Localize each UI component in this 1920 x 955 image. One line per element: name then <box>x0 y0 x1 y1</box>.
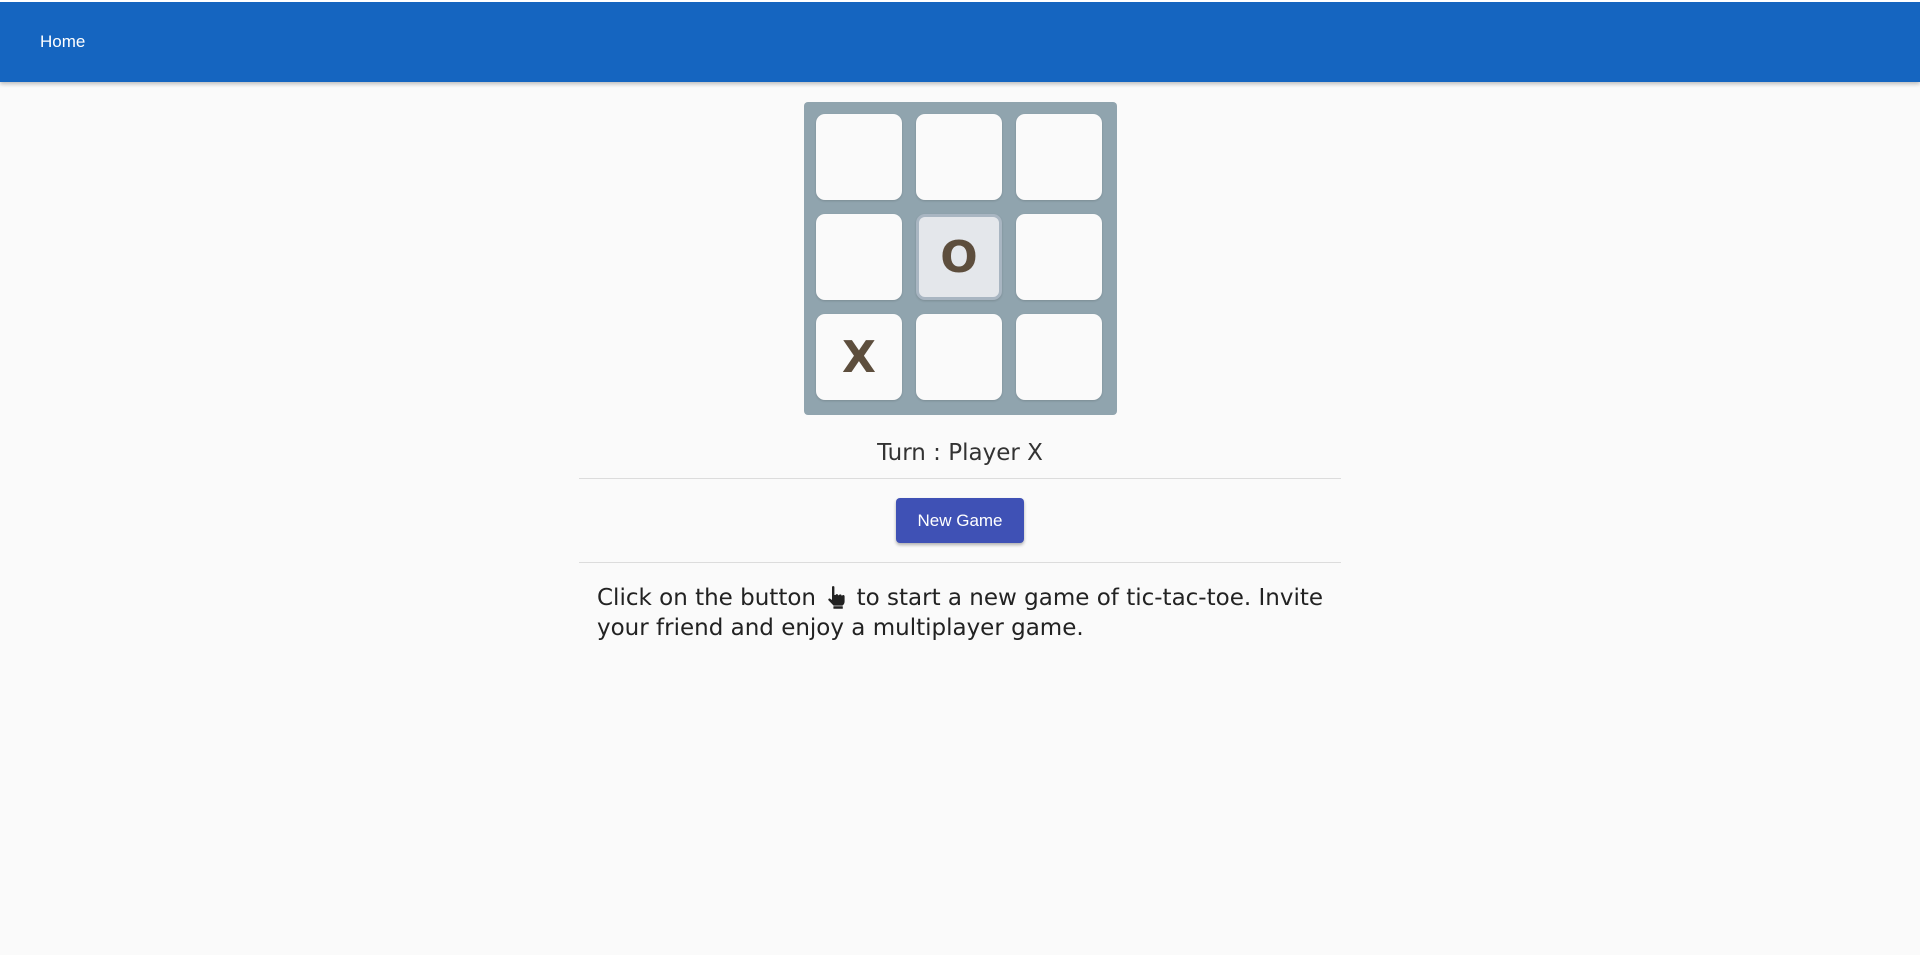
instructions-text-start: Click on the button <box>597 585 816 611</box>
instructions-text: Click on the button to start a new game … <box>597 583 1327 643</box>
pointer-hand-icon <box>828 586 845 609</box>
tic-tac-toe-board: O X <box>804 102 1117 415</box>
board-cell-9[interactable] <box>1016 314 1102 400</box>
home-link[interactable]: Home <box>40 32 85 52</box>
board-cell-6[interactable] <box>1016 214 1102 300</box>
board-cell-2[interactable] <box>916 114 1002 200</box>
board-cell-3[interactable] <box>1016 114 1102 200</box>
top-app-bar: Home <box>0 0 1920 82</box>
divider-top <box>579 478 1341 479</box>
new-game-button[interactable]: New Game <box>896 498 1024 543</box>
board-cell-8[interactable] <box>916 314 1002 400</box>
board-cell-1[interactable] <box>816 114 902 200</box>
divider-bottom <box>579 562 1341 563</box>
board-cell-4[interactable] <box>816 214 902 300</box>
turn-indicator: Turn : Player X <box>877 440 1043 466</box>
board-cell-5[interactable]: O <box>916 214 1002 300</box>
board-cell-7[interactable]: X <box>816 314 902 400</box>
